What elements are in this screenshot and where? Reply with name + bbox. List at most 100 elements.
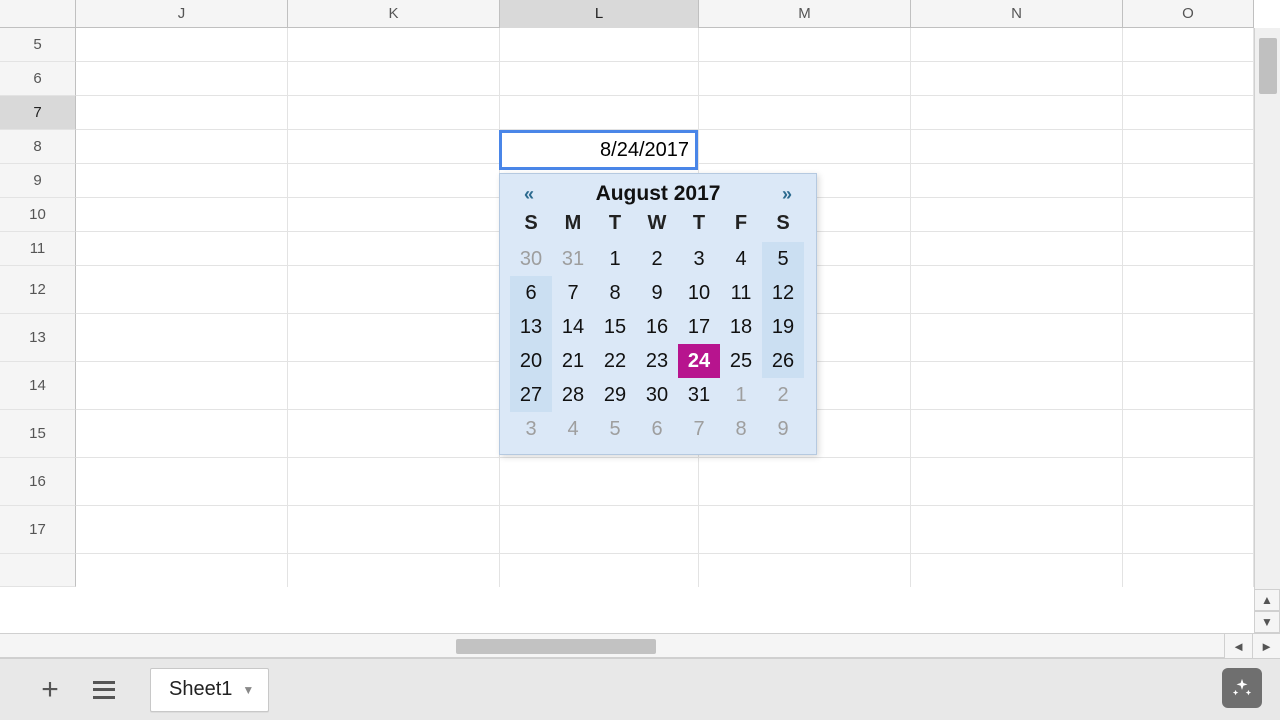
cell[interactable] — [1123, 198, 1254, 232]
date-picker-popup[interactable]: « August 2017 » SMTWTFS30311234567891011… — [499, 173, 817, 455]
datepicker-day[interactable]: 16 — [636, 310, 678, 344]
row-header[interactable]: 11 — [0, 232, 76, 266]
datepicker-day[interactable]: 22 — [594, 344, 636, 378]
row-header[interactable]: 10 — [0, 198, 76, 232]
row-header[interactable]: 7 — [0, 96, 76, 130]
vertical-scroll-down-button[interactable]: ▼ — [1254, 611, 1280, 633]
cell[interactable] — [288, 96, 500, 130]
datepicker-day[interactable]: 15 — [594, 310, 636, 344]
cell[interactable] — [1123, 232, 1254, 266]
vertical-scrollbar-thumb[interactable] — [1259, 38, 1277, 94]
datepicker-day[interactable]: 5 — [762, 242, 804, 276]
cell[interactable] — [500, 28, 699, 62]
cell[interactable] — [1123, 130, 1254, 164]
datepicker-day[interactable]: 27 — [510, 378, 552, 412]
datepicker-day[interactable]: 7 — [552, 276, 594, 310]
cell[interactable] — [500, 62, 699, 96]
column-header[interactable]: K — [288, 0, 500, 28]
datepicker-day[interactable]: 31 — [552, 242, 594, 276]
cell[interactable] — [1123, 266, 1254, 314]
datepicker-month-title[interactable]: August 2017 — [596, 182, 721, 206]
cell[interactable] — [911, 130, 1123, 164]
datepicker-day[interactable]: 26 — [762, 344, 804, 378]
column-header[interactable]: N — [911, 0, 1123, 28]
datepicker-day[interactable]: 25 — [720, 344, 762, 378]
horizontal-scroll-right-button[interactable]: ► — [1252, 634, 1280, 659]
datepicker-day[interactable]: 30 — [636, 378, 678, 412]
cell[interactable] — [288, 458, 500, 506]
datepicker-day[interactable]: 8 — [594, 276, 636, 310]
datepicker-day[interactable]: 9 — [636, 276, 678, 310]
datepicker-day[interactable]: 6 — [636, 412, 678, 446]
datepicker-day[interactable]: 3 — [678, 242, 720, 276]
column-header[interactable]: O — [1123, 0, 1254, 28]
cell[interactable] — [911, 362, 1123, 410]
explore-button[interactable] — [1222, 668, 1262, 708]
sheet-tab[interactable]: Sheet1 ▼ — [150, 668, 269, 712]
datepicker-day[interactable]: 6 — [510, 276, 552, 310]
cell[interactable] — [911, 198, 1123, 232]
cell[interactable] — [1123, 164, 1254, 198]
cell[interactable] — [1123, 314, 1254, 362]
horizontal-scrollbar-thumb[interactable] — [456, 639, 656, 654]
column-header[interactable]: M — [699, 0, 911, 28]
cell[interactable] — [288, 314, 500, 362]
cell[interactable] — [76, 130, 288, 164]
cell[interactable] — [699, 28, 911, 62]
row-header[interactable] — [0, 554, 76, 587]
row-header[interactable]: 16 — [0, 458, 76, 506]
vertical-scroll-up-button[interactable]: ▲ — [1254, 589, 1280, 611]
datepicker-day[interactable]: 19 — [762, 310, 804, 344]
cell[interactable] — [288, 62, 500, 96]
cell[interactable] — [76, 96, 288, 130]
cell[interactable] — [500, 458, 699, 506]
cell[interactable] — [1123, 506, 1254, 554]
cell[interactable] — [911, 164, 1123, 198]
datepicker-day[interactable]: 3 — [510, 412, 552, 446]
datepicker-day[interactable]: 20 — [510, 344, 552, 378]
cell[interactable] — [911, 266, 1123, 314]
datepicker-day[interactable]: 9 — [762, 412, 804, 446]
select-all-corner[interactable] — [0, 0, 76, 27]
datepicker-day[interactable]: 4 — [720, 242, 762, 276]
cell[interactable] — [288, 410, 500, 458]
cell[interactable] — [1123, 362, 1254, 410]
datepicker-day[interactable]: 10 — [678, 276, 720, 310]
row-header[interactable]: 6 — [0, 62, 76, 96]
cell[interactable] — [76, 410, 288, 458]
cell[interactable] — [288, 198, 500, 232]
cell[interactable] — [288, 362, 500, 410]
row-header[interactable]: 9 — [0, 164, 76, 198]
row-header[interactable]: 8 — [0, 130, 76, 164]
cell-input[interactable] — [502, 133, 695, 167]
datepicker-day[interactable]: 11 — [720, 276, 762, 310]
cell[interactable] — [699, 458, 911, 506]
row-header[interactable]: 13 — [0, 314, 76, 362]
cell[interactable] — [76, 62, 288, 96]
datepicker-day[interactable]: 8 — [720, 412, 762, 446]
cell[interactable] — [699, 554, 911, 587]
datepicker-day[interactable]: 5 — [594, 412, 636, 446]
cell[interactable] — [76, 28, 288, 62]
datepicker-day[interactable]: 21 — [552, 344, 594, 378]
active-cell-editor[interactable] — [499, 130, 698, 170]
cell[interactable] — [699, 130, 911, 164]
cell[interactable] — [1123, 62, 1254, 96]
datepicker-day-selected[interactable]: 24 — [678, 344, 720, 378]
cell[interactable] — [1123, 28, 1254, 62]
cell[interactable] — [911, 554, 1123, 587]
cell[interactable] — [699, 506, 911, 554]
cell[interactable] — [76, 554, 288, 587]
cell[interactable] — [500, 506, 699, 554]
row-header[interactable]: 15 — [0, 410, 76, 458]
datepicker-day[interactable]: 2 — [636, 242, 678, 276]
cell[interactable] — [288, 130, 500, 164]
cell[interactable] — [911, 314, 1123, 362]
row-header[interactable]: 14 — [0, 362, 76, 410]
cell[interactable] — [76, 362, 288, 410]
cell[interactable] — [500, 554, 699, 587]
cell[interactable] — [76, 198, 288, 232]
cell[interactable] — [699, 96, 911, 130]
cell[interactable] — [1123, 96, 1254, 130]
datepicker-day[interactable]: 2 — [762, 378, 804, 412]
